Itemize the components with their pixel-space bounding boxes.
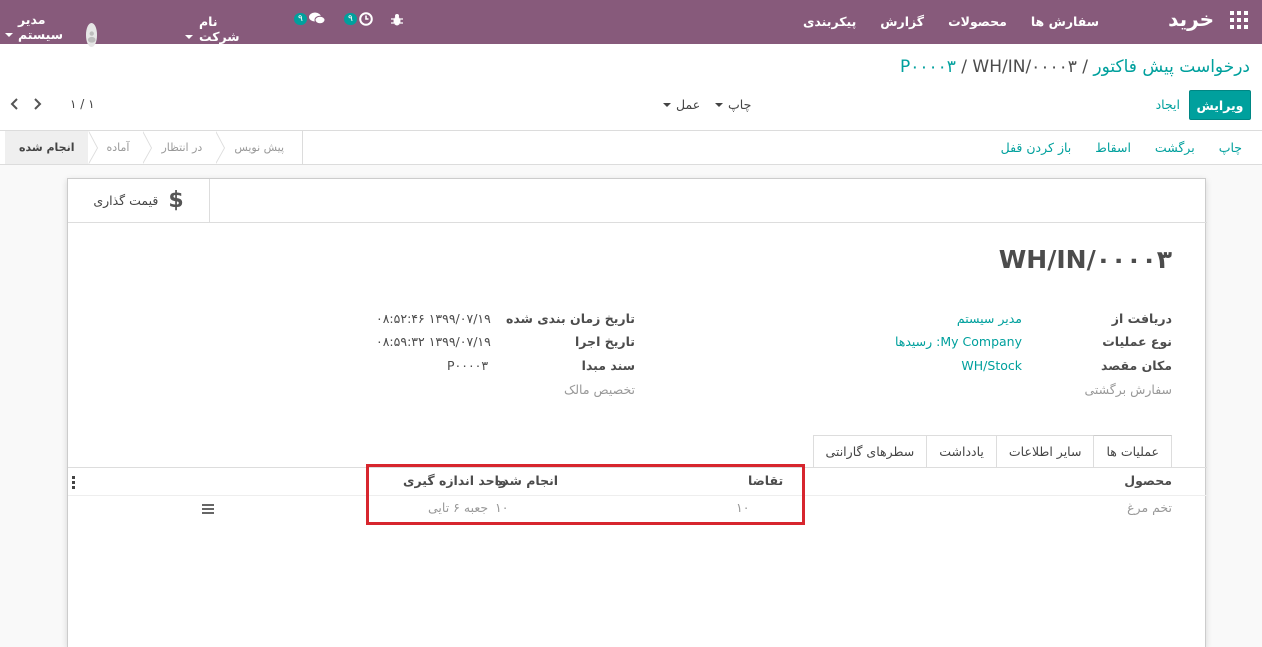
apps-menu-icon[interactable] — [1230, 11, 1248, 29]
print-action-button[interactable]: چاپ — [1219, 140, 1242, 155]
valuation-label: قیمت گذاری — [93, 193, 159, 208]
main-menu: سفارش ها محصولات گزارش پیکربندی — [803, 14, 1099, 29]
chevron-right-icon[interactable] — [32, 98, 42, 110]
stage-pipeline: انجام شده آماده در انتظار پیش نویس — [5, 131, 304, 164]
stage-done[interactable]: انجام شده — [5, 131, 98, 164]
cell-product[interactable]: تخم مرغ — [1127, 500, 1172, 515]
form-sheet: قیمت گذاری $ WH/IN/۰۰۰۰۳ دریافت از مدیر … — [67, 178, 1207, 647]
chat-count-badge: ۹ — [294, 12, 307, 25]
breadcrumb-separator: / — [961, 57, 967, 77]
top-navbar: خرید سفارش ها محصولات گزارش پیکربندی مدی… — [0, 0, 1262, 59]
partner-label: دریافت از — [1111, 311, 1172, 326]
scheduled-date-label: تاریخ زمان بندی شده — [505, 311, 635, 326]
activity-menu[interactable]: ۹ — [344, 12, 373, 26]
annotation-highlight-box — [366, 464, 805, 525]
avatar — [85, 22, 98, 47]
status-bar: چاپ برگشت اسقاط باز کردن قفل انجام شده آ… — [0, 130, 1262, 165]
scrap-action-button[interactable]: اسقاط — [1095, 140, 1131, 155]
clock-icon — [359, 12, 373, 26]
source-document-label: سند مبدا — [581, 358, 635, 373]
stage-label: در انتظار — [161, 141, 203, 154]
user-name: مدیر سیستم (demo) — [18, 12, 69, 57]
chevron-down-icon — [715, 102, 723, 107]
operation-type-label: نوع عملیات — [1102, 334, 1172, 349]
source-document-value: P۰۰۰۰۳ — [447, 358, 489, 373]
assign-owner-label: تخصیص مالک — [564, 382, 635, 397]
action-dropdown[interactable]: عمل — [663, 97, 700, 112]
chevron-down-icon — [185, 34, 193, 39]
stage-draft[interactable]: پیش نویس — [216, 131, 303, 164]
valuation-button[interactable]: قیمت گذاری $ — [68, 179, 210, 222]
record-title: WH/IN/۰۰۰۰۳ — [998, 245, 1172, 274]
tab-operations[interactable]: عملیات ها — [1093, 435, 1172, 468]
print-dropdown-label: چاپ — [728, 97, 752, 112]
breadcrumb-parent[interactable]: P۰۰۰۰۳ — [900, 57, 956, 77]
operation-type-value[interactable]: My Company: رسیدها — [895, 334, 1022, 349]
chevron-left-icon[interactable] — [10, 98, 20, 110]
menu-products[interactable]: محصولات — [948, 14, 1007, 29]
tab-warranty-lines[interactable]: سطرهای گارانتی — [812, 435, 928, 468]
edit-button[interactable]: ویرایش — [1189, 90, 1251, 120]
destination-label: مکان مقصد — [1101, 358, 1172, 373]
date-done-label: تاریخ اجرا — [575, 334, 635, 349]
breadcrumb-current: WH/IN/۰۰۰۰۳ — [972, 57, 1077, 77]
unlock-action-button[interactable]: باز کردن قفل — [1001, 140, 1072, 155]
comments-icon — [308, 12, 325, 25]
action-dropdown-label: عمل — [676, 97, 701, 112]
destination-value[interactable]: WH/Stock — [961, 358, 1022, 373]
stage-waiting[interactable]: در انتظار — [143, 131, 226, 164]
notebook-tabs: عملیات ها سایر اطلاعات یادداشت سطرهای گا… — [812, 435, 1172, 468]
column-product[interactable]: محصول — [1124, 473, 1172, 488]
chevron-down-icon — [663, 102, 671, 107]
debug-icon[interactable] — [390, 13, 404, 30]
chevron-down-icon — [5, 32, 13, 37]
dollar-icon: $ — [168, 188, 184, 213]
company-switcher[interactable]: نام شرکت شما — [185, 14, 240, 59]
tab-other-info[interactable]: سایر اطلاعات — [995, 435, 1095, 468]
messaging-menu[interactable]: ۹ — [294, 12, 325, 25]
scheduled-date-value: ۱۳۹۹/۰۷/۱۹ ۰۸:۵۲:۴۶ — [376, 311, 491, 326]
partner-value[interactable]: مدیر سیستم — [957, 311, 1022, 326]
create-button[interactable]: ایجاد — [1156, 97, 1180, 112]
app-brand[interactable]: خرید — [1168, 7, 1214, 31]
pager: ۱ / ۱ — [10, 97, 95, 111]
button-box: قیمت گذاری $ — [68, 179, 1207, 223]
breadcrumb-root[interactable]: درخواست پیش فاکتور — [1093, 57, 1250, 77]
menu-orders[interactable]: سفارش ها — [1031, 14, 1099, 29]
header-actions: چاپ برگشت اسقاط باز کردن قفل — [1001, 140, 1242, 155]
stage-label: پیش نویس — [234, 141, 285, 154]
menu-configuration[interactable]: پیکربندی — [803, 14, 856, 29]
pager-value[interactable]: ۱ / ۱ — [70, 97, 95, 111]
print-dropdown[interactable]: چاپ — [715, 97, 751, 112]
breadcrumb-separator: / — [1082, 57, 1088, 77]
stage-label: انجام شده — [19, 141, 75, 154]
optional-columns-icon[interactable] — [72, 476, 75, 489]
stage-label: آماده — [106, 141, 130, 154]
date-done-value: ۱۳۹۹/۰۷/۱۹ ۰۸:۵۹:۳۲ — [376, 334, 491, 349]
tab-note[interactable]: یادداشت — [926, 435, 997, 468]
company-name: نام شرکت شما — [199, 14, 240, 59]
menu-reporting[interactable]: گزارش — [880, 14, 924, 29]
detailed-operations-icon[interactable] — [202, 504, 214, 514]
activity-count-badge: ۹ — [344, 13, 357, 25]
breadcrumb: درخواست پیش فاکتور / P۰۰۰۰۳ / WH/IN/۰۰۰۰… — [900, 57, 1250, 77]
user-menu[interactable]: مدیر سیستم (demo) — [5, 12, 98, 57]
backorder-label: سفارش برگشتی — [1084, 382, 1172, 397]
return-action-button[interactable]: برگشت — [1155, 140, 1195, 155]
